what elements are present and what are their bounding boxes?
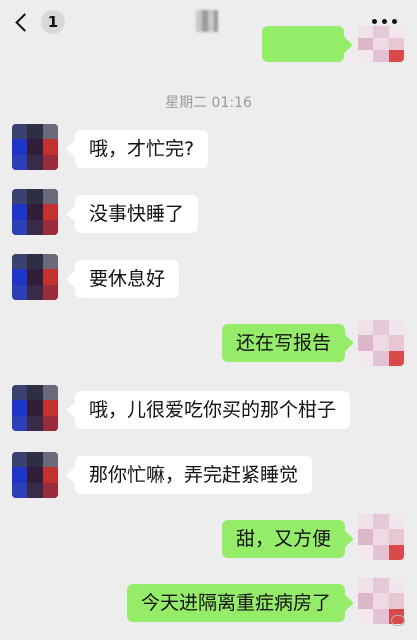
- incoming-message-bubble[interactable]: 要休息好: [75, 260, 180, 298]
- contact-avatar[interactable]: [12, 452, 58, 498]
- self-avatar[interactable]: [358, 514, 404, 560]
- chat-title-blurred: [196, 10, 218, 32]
- more-dots-icon: [372, 19, 377, 24]
- outgoing-message-bubble[interactable]: 今天进隔离重症病房了: [126, 584, 345, 622]
- outgoing-bubble-partial[interactable]: [262, 26, 344, 62]
- outgoing-message-bubble[interactable]: 甜，又方便: [221, 520, 345, 558]
- more-options-button[interactable]: [372, 19, 397, 24]
- self-avatar[interactable]: [358, 26, 404, 62]
- message-timestamp: 星期二 01:16: [165, 95, 252, 111]
- incoming-message-bubble[interactable]: 哦，才忙完?: [75, 130, 209, 168]
- unread-count-badge: 1: [41, 10, 65, 34]
- contact-avatar[interactable]: [12, 254, 58, 300]
- incoming-message-bubble[interactable]: 哦，儿很爱吃你买的那个柑子: [75, 391, 351, 429]
- back-button[interactable]: 1: [12, 8, 72, 36]
- incoming-message-bubble[interactable]: 那你忙嘛，弄完赶紧睡觉: [75, 456, 313, 494]
- outgoing-message-bubble[interactable]: 还在写报告: [221, 324, 345, 362]
- incoming-message-bubble[interactable]: 没事快睡了: [75, 195, 199, 233]
- wechat-logo-icon: [391, 615, 405, 626]
- contact-avatar[interactable]: [12, 189, 58, 235]
- self-avatar[interactable]: [358, 320, 404, 366]
- chat-header: 1: [0, 0, 417, 44]
- watermark-logo: [391, 615, 405, 626]
- contact-avatar[interactable]: [12, 385, 58, 431]
- contact-avatar[interactable]: [12, 124, 58, 170]
- chevron-left-icon: [15, 12, 34, 32]
